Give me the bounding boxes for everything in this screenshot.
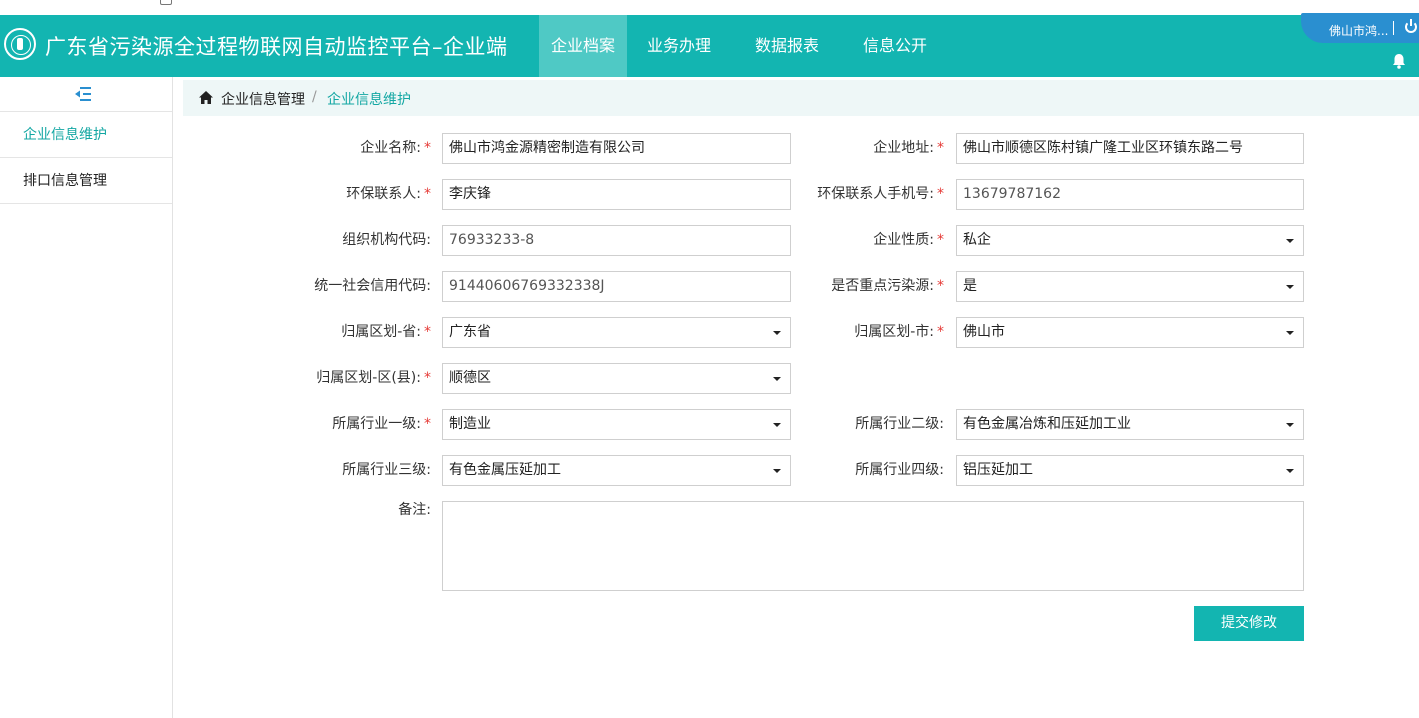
dropdown-caret-icon (1286, 423, 1294, 427)
industry-2-select[interactable]: 有色金属冶炼和压延加工业 (956, 409, 1304, 440)
nav-info-public[interactable]: 信息公开 (841, 15, 949, 77)
sidebar-item-outlet-info[interactable]: 排口信息管理 (0, 158, 172, 204)
app-title: 广东省污染源全过程物联网自动监控平台–企业端 (45, 35, 508, 59)
power-icon[interactable] (1405, 19, 1417, 33)
label-region-city: 归属区划-市: * (854, 324, 944, 340)
dropdown-caret-icon (773, 423, 781, 427)
industry-3-select[interactable]: 有色金属压延加工 (442, 455, 791, 486)
sidebar: 企业信息维护 排口信息管理 (0, 77, 173, 718)
label-credit-code: 统一社会信用代码: (314, 278, 431, 294)
label-industry-3: 所属行业三级: (342, 462, 431, 478)
key-polluter-select[interactable]: 是 (956, 271, 1304, 302)
top-nav: 企业档案 业务办理 数据报表 信息公开 (539, 15, 949, 77)
user-name[interactable]: 佛山市鸿... (1329, 22, 1388, 39)
industry-4-select[interactable]: 铝压延加工 (956, 455, 1304, 486)
dropdown-caret-icon (1286, 469, 1294, 473)
dropdown-caret-icon (1286, 285, 1294, 289)
logo-icon (4, 28, 36, 60)
nav-data-report[interactable]: 数据报表 (733, 15, 841, 77)
label-remark: 备注: (398, 502, 431, 518)
label-company-name: 企业名称: * (360, 140, 431, 156)
breadcrumb: 企业信息管理 / 企业信息维护 (183, 80, 1419, 116)
dropdown-caret-icon (773, 377, 781, 381)
dropdown-caret-icon (1286, 239, 1294, 243)
env-contact-input[interactable]: 李庆锋 (442, 179, 791, 210)
env-contact-phone-input[interactable]: 13679787162 (956, 179, 1304, 210)
company-name-input[interactable]: 佛山市鸿金源精密制造有限公司 (442, 133, 791, 164)
company-type-select[interactable]: 私企 (956, 225, 1304, 256)
user-panel: 佛山市鸿... (1301, 13, 1419, 43)
sidebar-item-company-info[interactable]: 企业信息维护 (0, 112, 172, 158)
label-region-province: 归属区划-省: * (341, 324, 431, 340)
label-company-address: 企业地址: * (873, 140, 944, 156)
breadcrumb-current: 企业信息维护 (327, 92, 411, 108)
menu-collapse-icon (75, 87, 91, 101)
credit-code-input[interactable]: 91440606769332338J (442, 271, 791, 302)
org-code-input[interactable]: 76933233-8 (442, 225, 791, 256)
dropdown-caret-icon (773, 331, 781, 335)
region-province-select[interactable]: 广东省 (442, 317, 791, 348)
label-industry-4: 所属行业四级: (855, 462, 944, 478)
dropdown-caret-icon (773, 469, 781, 473)
label-org-code: 组织机构代码: (342, 232, 431, 248)
breadcrumb-separator: / (312, 89, 317, 105)
user-divider (1393, 21, 1394, 35)
remark-textarea[interactable] (442, 501, 1304, 591)
tab-icon (160, 0, 172, 5)
browser-toolbar-strip (0, 0, 1419, 15)
sidebar-collapse-button[interactable] (0, 77, 172, 112)
breadcrumb-parent[interactable]: 企业信息管理 (221, 89, 305, 109)
label-env-contact: 环保联系人: * (346, 186, 431, 202)
region-district-select[interactable]: 顺德区 (442, 363, 791, 394)
label-region-district: 归属区划-区(县): * (316, 370, 431, 386)
region-city-select[interactable]: 佛山市 (956, 317, 1304, 348)
label-industry-2: 所属行业二级: (855, 416, 944, 432)
top-header: 广东省污染源全过程物联网自动监控平台–企业端 企业档案 业务办理 数据报表 信息… (0, 13, 1419, 77)
submit-button[interactable]: 提交修改 (1194, 606, 1304, 641)
label-key-polluter: 是否重点污染源: * (831, 278, 944, 294)
company-address-input[interactable]: 佛山市顺德区陈村镇广隆工业区环镇东路二号 (956, 133, 1304, 164)
nav-company-archive[interactable]: 企业档案 (539, 15, 628, 77)
nav-business[interactable]: 业务办理 (627, 15, 733, 77)
bell-icon[interactable] (1391, 53, 1407, 69)
industry-1-select[interactable]: 制造业 (442, 409, 791, 440)
dropdown-caret-icon (1286, 331, 1294, 335)
label-env-contact-phone: 环保联系人手机号: * (817, 186, 944, 202)
label-industry-1: 所属行业一级: * (332, 416, 431, 432)
home-icon (199, 91, 213, 104)
label-company-type: 企业性质: * (873, 232, 944, 248)
